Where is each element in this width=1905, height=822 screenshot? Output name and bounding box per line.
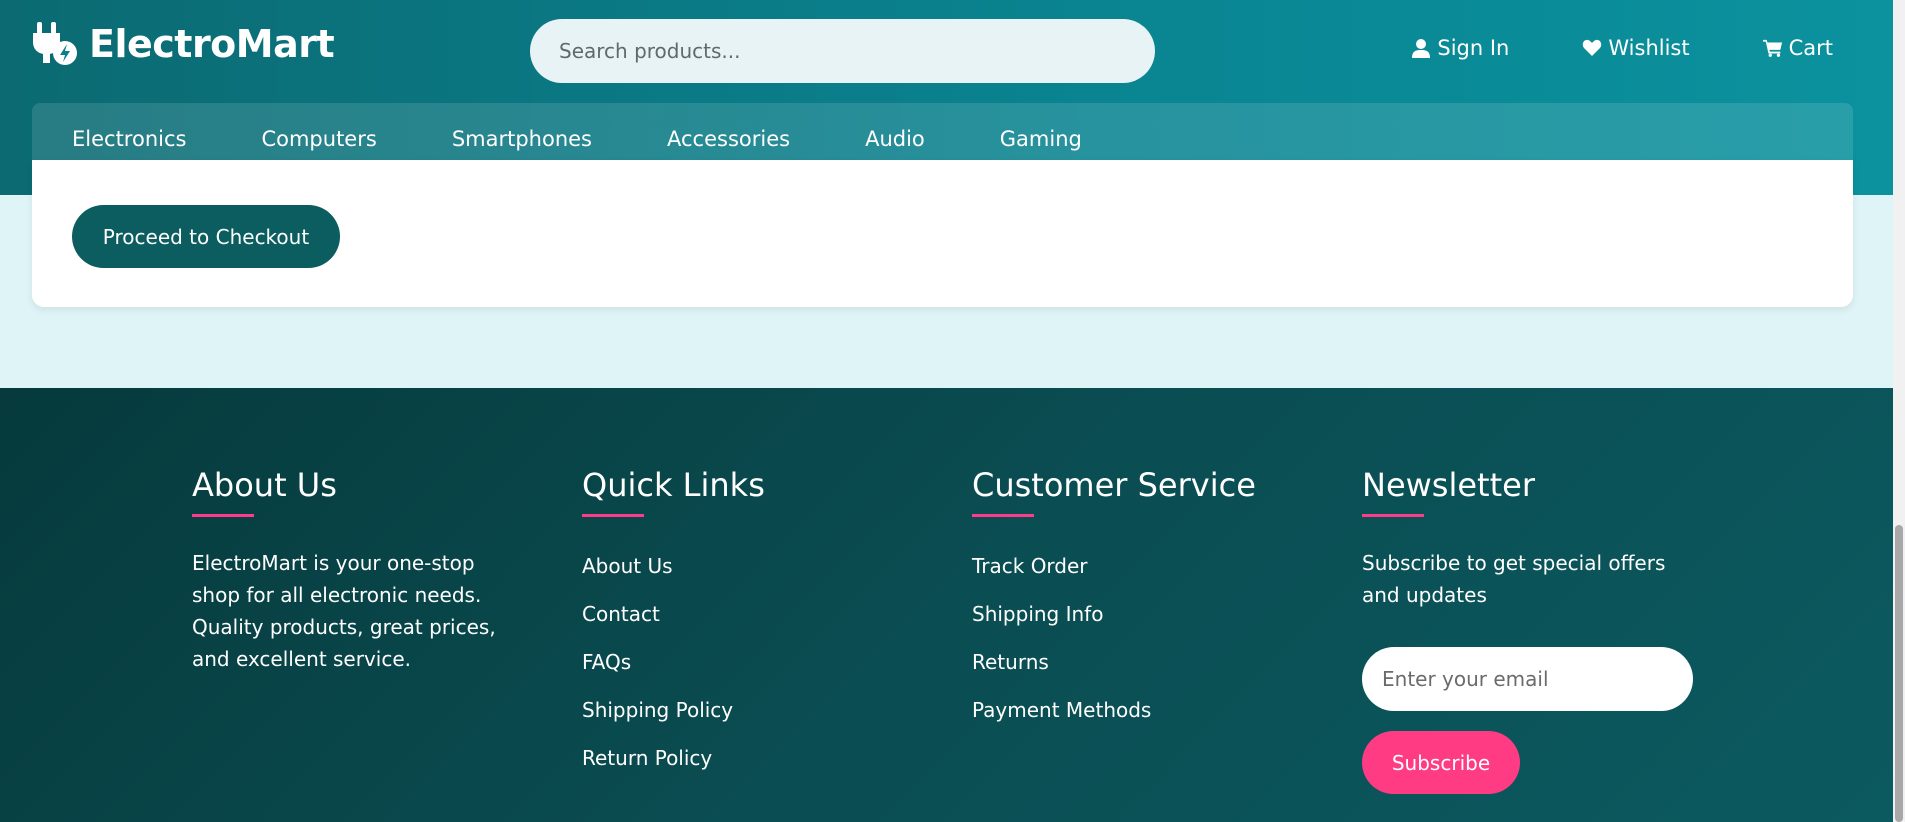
nav-item-computers[interactable]: Computers — [261, 127, 376, 151]
footer-link-returns[interactable]: Returns — [972, 638, 1282, 686]
site-footer: About Us ElectroMart is your one-stop sh… — [0, 388, 1893, 822]
footer-link-track-order[interactable]: Track Order — [972, 542, 1282, 590]
heading-underline — [1362, 514, 1424, 517]
nav-item-audio[interactable]: Audio — [865, 127, 925, 151]
footer-link-shipping-info[interactable]: Shipping Info — [972, 590, 1282, 638]
heading-underline — [972, 514, 1034, 517]
logo-text: ElectroMart — [89, 22, 335, 66]
account-links: Sign In Wishlist Cart — [1338, 36, 1833, 60]
footer-link-payment-methods[interactable]: Payment Methods — [972, 686, 1282, 734]
proceed-to-checkout-button[interactable]: Proceed to Checkout — [72, 205, 340, 268]
footer-quick-links: Quick Links About Us Contact FAQs Shippi… — [582, 466, 892, 782]
page-scrollbar[interactable] — [1893, 0, 1905, 822]
cart-label: Cart — [1788, 36, 1833, 60]
wishlist-link[interactable]: Wishlist — [1582, 36, 1690, 60]
newsletter-email-input[interactable] — [1362, 647, 1693, 711]
quick-links-list: About Us Contact FAQs Shipping Policy Re… — [582, 542, 892, 782]
user-icon — [1412, 39, 1431, 58]
footer-link-about-us[interactable]: About Us — [582, 542, 892, 590]
footer-newsletter-title: Newsletter — [1362, 466, 1535, 504]
search-input[interactable] — [530, 19, 1155, 83]
footer-newsletter-text: Subscribe to get special offers and upda… — [1362, 551, 1666, 607]
nav-item-gaming[interactable]: Gaming — [1000, 127, 1082, 151]
footer-about: About Us ElectroMart is your one-stop sh… — [192, 466, 502, 675]
cart-icon — [1762, 39, 1782, 57]
scrollbar-thumb[interactable] — [1895, 525, 1903, 822]
footer-customer-service: Customer Service Track Order Shipping In… — [972, 466, 1282, 734]
nav-item-accessories[interactable]: Accessories — [667, 127, 790, 151]
cart-summary-card: Proceed to Checkout — [32, 160, 1853, 307]
logo[interactable]: ElectroMart — [31, 20, 335, 68]
footer-quick-links-title: Quick Links — [582, 466, 765, 504]
wishlist-label: Wishlist — [1608, 36, 1690, 60]
customer-service-list: Track Order Shipping Info Returns Paymen… — [972, 542, 1282, 734]
subscribe-button[interactable]: Subscribe — [1362, 731, 1520, 794]
footer-newsletter: Newsletter Subscribe to get special offe… — [1362, 466, 1702, 794]
cart-link[interactable]: Cart — [1762, 36, 1833, 60]
footer-about-text: ElectroMart is your one-stop shop for al… — [192, 551, 496, 671]
heading-underline — [582, 514, 644, 517]
nav-item-smartphones[interactable]: Smartphones — [452, 127, 592, 151]
heart-icon — [1583, 39, 1602, 56]
footer-link-shipping-policy[interactable]: Shipping Policy — [582, 686, 892, 734]
nav-item-electronics[interactable]: Electronics — [72, 127, 186, 151]
footer-customer-service-title: Customer Service — [972, 466, 1256, 504]
sign-in-label: Sign In — [1437, 36, 1510, 60]
footer-link-contact[interactable]: Contact — [582, 590, 892, 638]
footer-link-return-policy[interactable]: Return Policy — [582, 734, 892, 782]
sign-in-link[interactable]: Sign In — [1411, 36, 1509, 60]
footer-about-title: About Us — [192, 466, 337, 504]
plug-bolt-logo-icon — [33, 22, 77, 65]
heading-underline — [192, 514, 254, 517]
footer-link-faqs[interactable]: FAQs — [582, 638, 892, 686]
page: ElectroMart Sign In Wishlist Cart Electr… — [0, 0, 1893, 822]
